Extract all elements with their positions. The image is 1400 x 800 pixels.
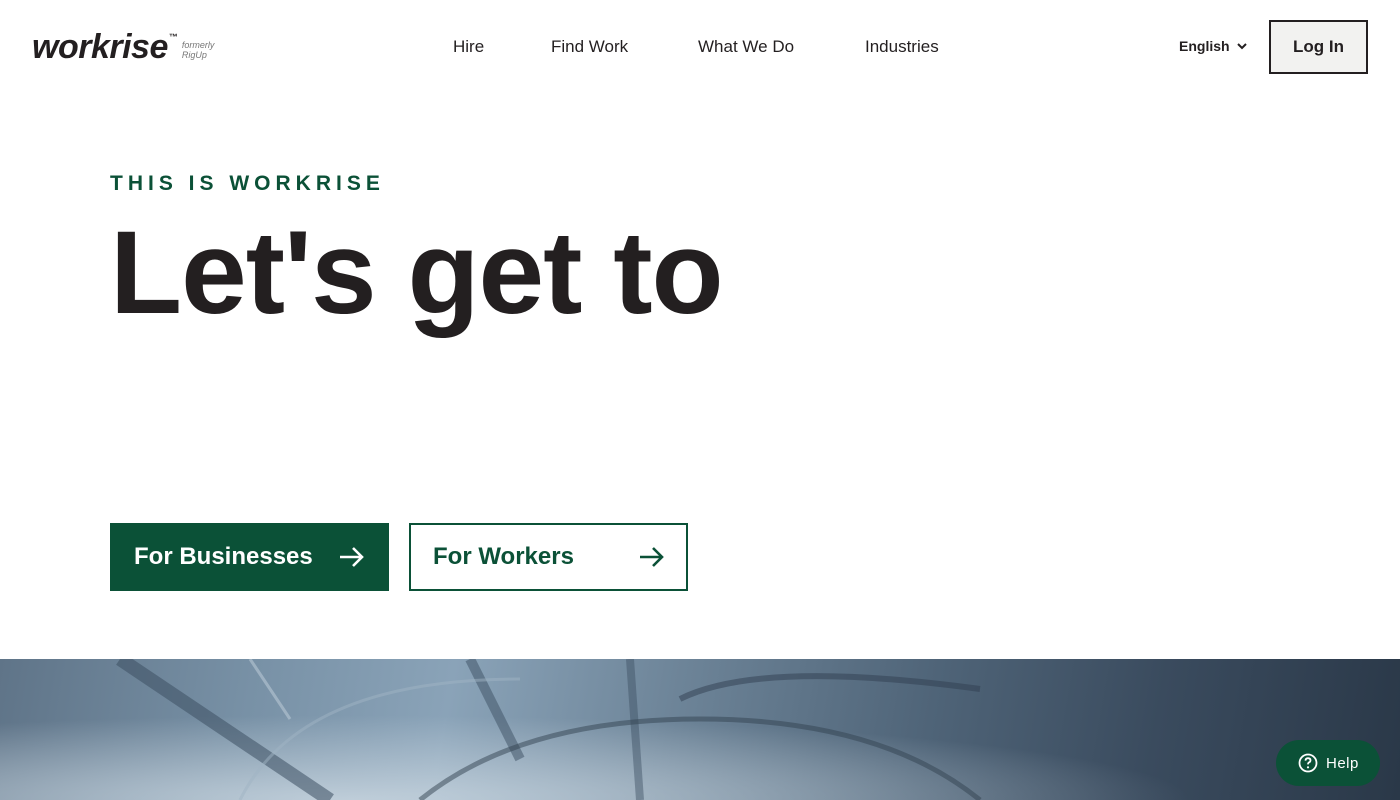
for-workers-button[interactable]: For Workers	[409, 523, 688, 591]
chevron-down-icon	[1236, 43, 1247, 50]
language-selector[interactable]: English	[1179, 38, 1248, 54]
for-workers-label: For Workers	[433, 543, 574, 570]
help-circle-icon	[1298, 753, 1318, 773]
nav-item-find-work[interactable]: Find Work	[551, 36, 628, 58]
nav-item-industries[interactable]: Industries	[865, 36, 939, 58]
site-header: workrise ™ formerly RigUp Hire Find Work…	[0, 0, 1400, 94]
hero-headline: Let's get to	[110, 207, 724, 339]
login-button[interactable]: Log In	[1269, 20, 1368, 74]
logo-trademark: ™	[168, 32, 178, 42]
hero-banner-image	[0, 659, 1400, 800]
nav-item-what-we-do[interactable]: What We Do	[698, 36, 794, 58]
help-label: Help	[1326, 754, 1359, 772]
for-businesses-button[interactable]: For Businesses	[110, 523, 389, 591]
help-button[interactable]: Help	[1276, 740, 1380, 786]
logo-formerly-rigup: formerly RigUp	[181, 40, 215, 60]
arrow-right-icon	[640, 547, 664, 567]
workrise-logo[interactable]: workrise ™ formerly RigUp	[32, 30, 222, 64]
logo-wordmark: workrise	[32, 28, 168, 66]
pipe-interior-illustration	[0, 659, 1400, 800]
hero-eyebrow: THIS IS WORKRISE	[110, 172, 385, 195]
nav-item-hire[interactable]: Hire	[453, 36, 484, 58]
arrow-right-icon	[340, 547, 364, 567]
language-label: English	[1179, 38, 1230, 54]
for-businesses-label: For Businesses	[134, 543, 313, 570]
